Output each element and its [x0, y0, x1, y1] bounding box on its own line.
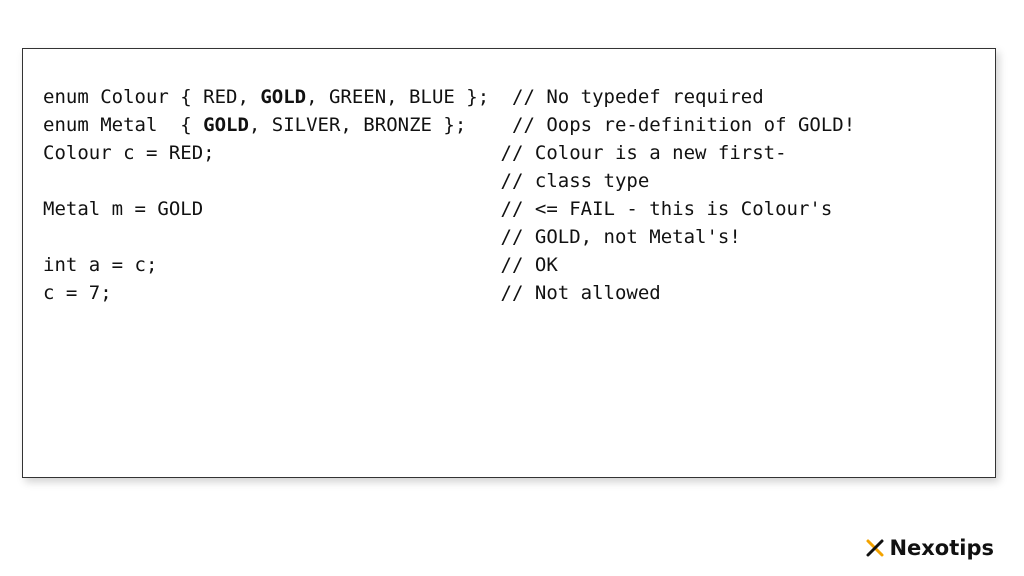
brand-logo: Nexotips — [865, 536, 994, 560]
code-text: enum Metal { — [43, 114, 203, 136]
code-line: enum Colour { RED, GOLD, GREEN, BLUE }; … — [43, 83, 975, 111]
code-box: enum Colour { RED, GOLD, GREEN, BLUE }; … — [22, 48, 996, 478]
code-line: enum Metal { GOLD, SILVER, BRONZE }; // … — [43, 111, 975, 139]
code-text: , GREEN, BLUE }; // No typedef required — [306, 86, 764, 108]
keyword-gold: GOLD — [260, 86, 306, 108]
code-text: enum Colour { RED, — [43, 86, 260, 108]
code-text: , SILVER, BRONZE }; // Oops re-definitio… — [249, 114, 855, 136]
keyword-gold: GOLD — [203, 114, 249, 136]
code-line: int a = c; // OK — [43, 251, 975, 279]
code-line: // class type — [43, 167, 975, 195]
code-line: c = 7; // Not allowed — [43, 279, 975, 307]
brand-name: Nexotips — [889, 536, 994, 560]
code-line: Colour c = RED; // Colour is a new first… — [43, 139, 975, 167]
brand-x-icon — [865, 538, 885, 558]
code-line: // GOLD, not Metal's! — [43, 223, 975, 251]
code-line: Metal m = GOLD // <= FAIL - this is Colo… — [43, 195, 975, 223]
